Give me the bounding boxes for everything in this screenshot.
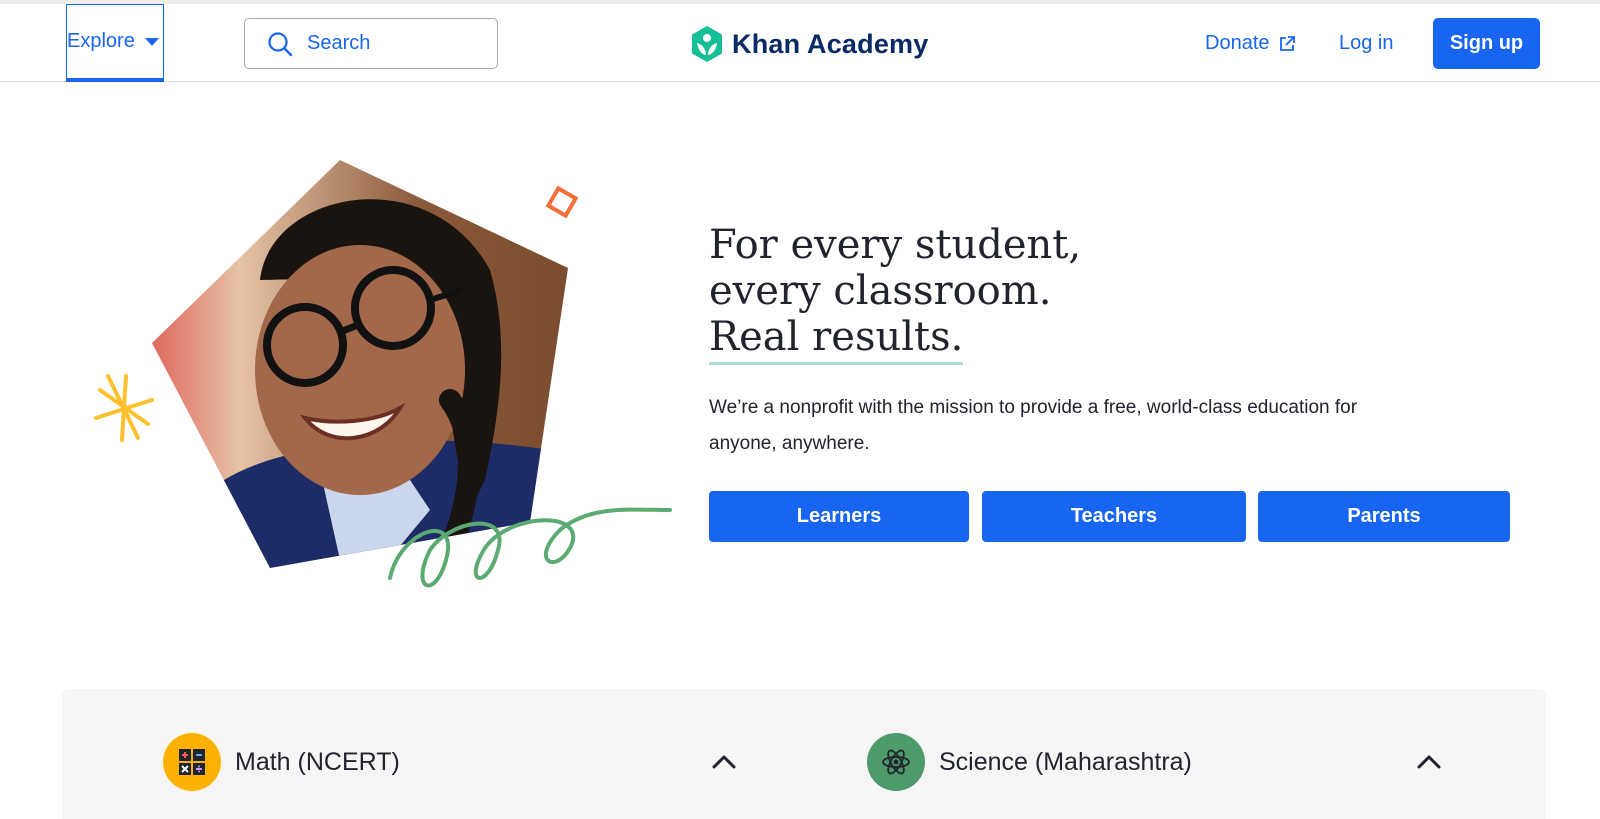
headline-line-1: For every student, — [709, 222, 1082, 268]
search-field[interactable]: Search — [244, 18, 498, 69]
explore-label: Explore — [67, 30, 135, 52]
khan-academy-logo[interactable]: Khan Academy — [690, 24, 928, 64]
teachers-button[interactable]: Teachers — [982, 491, 1246, 542]
donate-link[interactable]: Donate — [1205, 32, 1296, 55]
search-placeholder: Search — [307, 32, 371, 54]
orange-diamond-decoration — [545, 185, 579, 219]
atom-icon — [867, 733, 925, 791]
yellow-star-decoration — [94, 374, 154, 442]
external-link-icon — [1279, 35, 1295, 51]
subject-science-maharashtra[interactable]: Science (Maharashtra) — [867, 733, 1192, 791]
logo-text: Khan Academy — [732, 28, 929, 59]
caret-down-icon — [144, 37, 159, 46]
khan-academy-leaf-icon — [692, 26, 722, 62]
headline-line-3: Real results. — [709, 314, 964, 365]
donate-label: Donate — [1205, 32, 1270, 54]
top-navigation-bar: Explore Search Khan Academy Donate Log i… — [0, 4, 1600, 82]
mission-statement: We’re a nonprofit with the mission to pr… — [709, 397, 1358, 454]
subjects-panel: Math (NCERT) Science (Maharashtra) — [62, 689, 1546, 819]
subject-name-math: Math (NCERT) — [235, 747, 400, 776]
headline-line-2: every classroom. — [709, 268, 1052, 314]
hero-headline: For every student, every classroom. Real… — [709, 222, 1269, 365]
signup-button[interactable]: Sign up — [1433, 18, 1540, 69]
parents-button[interactable]: Parents — [1258, 491, 1510, 542]
hero-student-photo — [94, 160, 672, 588]
login-link[interactable]: Log in — [1339, 32, 1394, 55]
subject-name-science: Science (Maharashtra) — [939, 747, 1192, 776]
search-icon — [268, 31, 293, 56]
explore-menu-button[interactable]: Explore — [66, 4, 164, 82]
calculator-icon — [163, 733, 221, 791]
chevron-up-icon[interactable] — [710, 751, 738, 771]
learners-button[interactable]: Learners — [709, 491, 969, 542]
subject-math-ncert[interactable]: Math (NCERT) — [163, 733, 400, 791]
chevron-up-icon[interactable] — [1415, 751, 1443, 771]
